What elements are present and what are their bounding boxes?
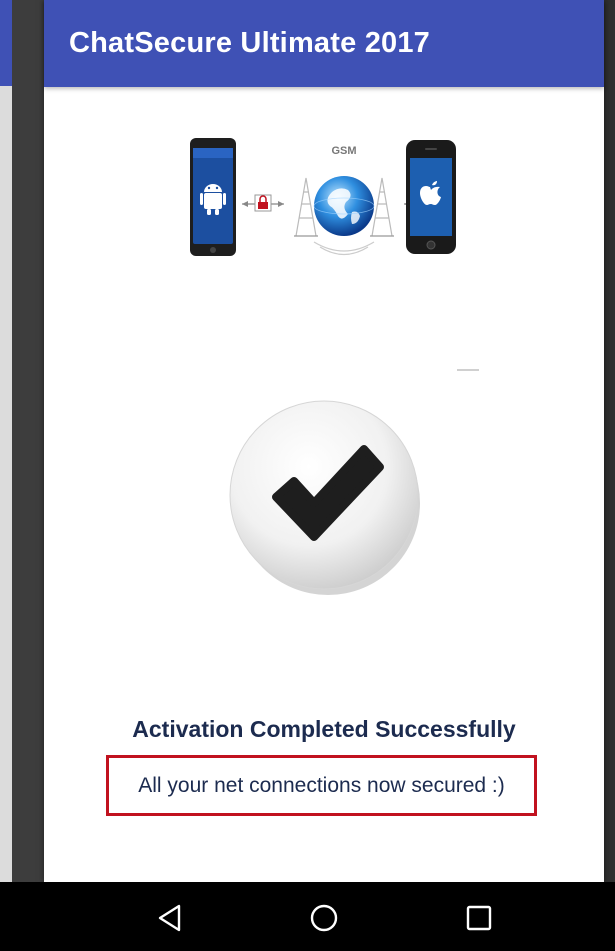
decorative-mark bbox=[457, 369, 479, 371]
recents-icon[interactable] bbox=[461, 900, 497, 936]
gsm-label: GSM bbox=[331, 145, 356, 157]
app-title: ChatSecure Ultimate 2017 bbox=[69, 27, 431, 59]
back-icon[interactable] bbox=[152, 900, 188, 936]
secured-message: All your net connections now secured :) bbox=[138, 773, 505, 797]
background-app-edge-right bbox=[603, 0, 615, 882]
android-phone-icon bbox=[190, 138, 236, 256]
dim-overlay bbox=[12, 0, 44, 882]
activation-screen: ChatSecure Ultimate 2017 GSM Activation … bbox=[44, 0, 604, 882]
system-navigation-bar bbox=[0, 882, 615, 951]
home-icon[interactable] bbox=[306, 900, 342, 936]
globe-icon bbox=[313, 176, 375, 236]
lock-icon-left bbox=[242, 194, 284, 212]
app-bar: ChatSecure Ultimate 2017 bbox=[44, 0, 604, 87]
activation-headline: Activation Completed Successfully bbox=[132, 716, 516, 742]
background-app-edge bbox=[0, 0, 12, 882]
secured-message-box: All your net connections now secured :) bbox=[106, 755, 537, 816]
success-check-icon bbox=[226, 397, 426, 597]
apple-phone-icon bbox=[406, 140, 456, 254]
